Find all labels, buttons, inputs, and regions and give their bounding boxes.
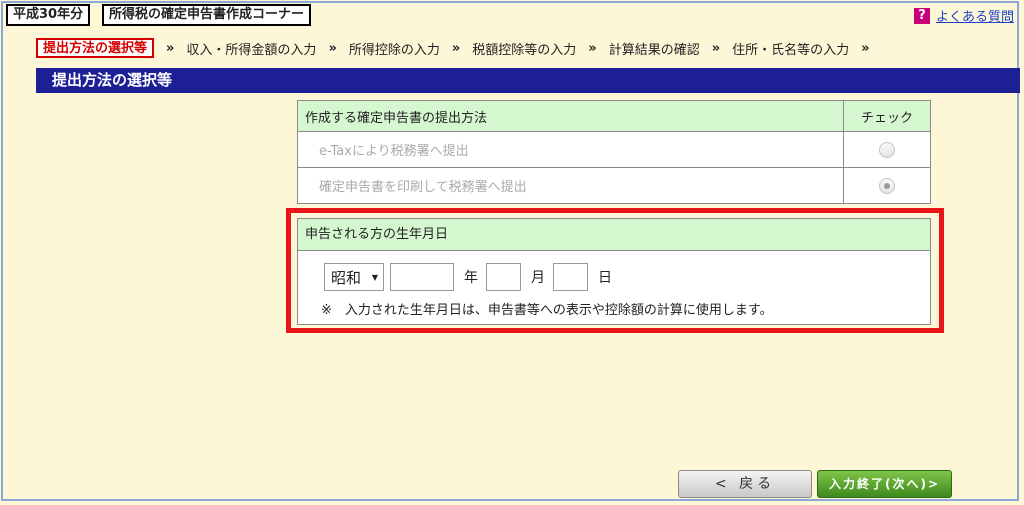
birthdate-note: ※ 入力された生年月日は、申告書等への表示や控除額の計算に使用します。	[321, 303, 773, 318]
birthdate-row: 昭和 ▼ 年 月 日	[324, 263, 620, 291]
step-separator: »	[451, 40, 461, 56]
step-separator: »	[588, 40, 597, 56]
faq-area: ? よくある質問	[913, 6, 1014, 25]
month-unit: 月	[531, 270, 545, 286]
section-title: 提出方法の選択等	[36, 68, 1020, 93]
step-income-input: 収入・所得金額の入力	[186, 42, 317, 58]
birthdate-panel: 申告される方の生年月日 昭和 ▼ 年 月 日 ※ 入力された生年月日は、申告書等…	[297, 218, 931, 325]
step-deduction-input: 所得控除の入力	[348, 42, 440, 58]
faq-link[interactable]: よくある質問	[936, 6, 1014, 25]
check-column-header: チェック	[843, 100, 931, 132]
etax-radio[interactable]	[879, 141, 895, 158]
print-radio[interactable]	[879, 177, 895, 194]
step-separator: »	[861, 40, 870, 56]
top-bar: 平成30年分 所得税の確定申告書作成コーナー ? よくある質問	[0, 0, 1024, 30]
era-selected: 昭和	[331, 268, 362, 287]
step-separator: »	[711, 40, 721, 56]
help-icon[interactable]: ?	[913, 7, 930, 24]
month-input[interactable]	[486, 263, 521, 291]
birthdate-header: 申告される方の生年月日	[298, 219, 930, 251]
step-separator: »	[166, 40, 175, 56]
corner-title: 所得税の確定申告書作成コーナー	[102, 4, 312, 26]
year-label: 平成30年分	[6, 4, 91, 26]
day-input[interactable]	[553, 263, 588, 291]
next-button[interactable]: 入力終了(次へ)>	[817, 470, 952, 498]
step-result-check: 計算結果の確認	[608, 42, 700, 58]
step-tax-credit-input: 税額控除等の入力	[472, 42, 577, 58]
step-submission-method: 提出方法の選択等	[36, 38, 155, 58]
method-option-label: 確定申告書を印刷して税務署へ提出	[297, 167, 844, 204]
year-input[interactable]	[390, 263, 454, 291]
back-button[interactable]: < 戻る	[678, 470, 812, 498]
chevron-down-icon: ▼	[371, 272, 378, 282]
step-separator: »	[328, 40, 337, 56]
method-option-label: e-Taxにより税務署へ提出	[297, 131, 844, 168]
step-address-input: 住所・氏名等の入力	[732, 42, 850, 58]
year-unit: 年	[464, 270, 478, 286]
day-unit: 日	[598, 270, 612, 286]
step-navigation: 提出方法の選択等 » 収入・所得金額の入力 » 所得控除の入力 » 税額控除等の…	[36, 37, 882, 59]
method-option-row: e-Taxにより税務署へ提出	[297, 131, 931, 168]
method-option-row: 確定申告書を印刷して税務署へ提出	[297, 167, 931, 204]
era-select[interactable]: 昭和 ▼	[324, 263, 384, 291]
submission-method-table: 作成する確定申告書の提出方法 チェック e-Taxにより税務署へ提出 確定申告書…	[297, 100, 931, 204]
method-column-header: 作成する確定申告書の提出方法	[297, 100, 844, 132]
